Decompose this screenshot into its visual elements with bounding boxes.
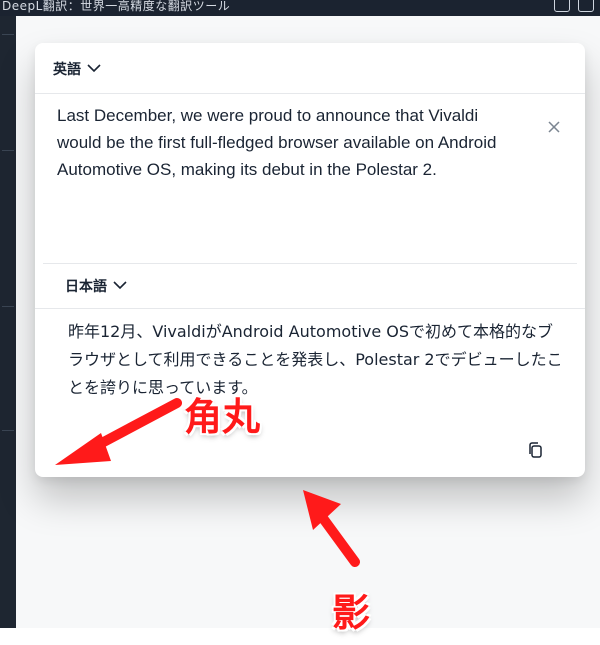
side-divider xyxy=(2,34,14,35)
window-control-button[interactable] xyxy=(554,0,570,12)
window-title-bar: DeepL翻訳：世界一高精度な翻訳ツール xyxy=(0,0,600,16)
bottom-margin xyxy=(0,628,600,645)
target-header-divider xyxy=(35,308,585,309)
chevron-down-icon xyxy=(113,279,127,293)
chevron-down-icon xyxy=(87,62,101,76)
window-title: DeepL翻訳：世界一高精度な翻訳ツール xyxy=(2,0,231,13)
annotation-rounded-corner: 角丸 xyxy=(184,395,261,439)
copy-icon[interactable] xyxy=(525,440,547,462)
side-divider xyxy=(2,150,14,151)
translated-text: 昨年12月、VivaldiがAndroid Automotive OSで初めて本… xyxy=(68,322,563,397)
source-text-area[interactable]: Last December, we were proud to announce… xyxy=(57,102,527,183)
close-icon[interactable] xyxy=(542,115,566,139)
side-divider xyxy=(2,430,14,431)
header-divider xyxy=(35,93,585,94)
arrow-icon xyxy=(55,398,182,465)
source-language-selector[interactable]: 英語 xyxy=(53,59,101,79)
side-divider xyxy=(2,306,14,307)
target-language-selector[interactable]: 日本語 xyxy=(65,276,127,296)
arrow-icon xyxy=(303,490,360,567)
annotation-shadow: 影 xyxy=(332,591,371,635)
target-language-label: 日本語 xyxy=(65,279,107,295)
window-controls xyxy=(554,0,594,12)
window-control-button[interactable] xyxy=(578,0,594,12)
side-panel-strip xyxy=(0,16,16,628)
section-divider xyxy=(43,263,577,264)
source-language-label: 英語 xyxy=(53,62,81,78)
